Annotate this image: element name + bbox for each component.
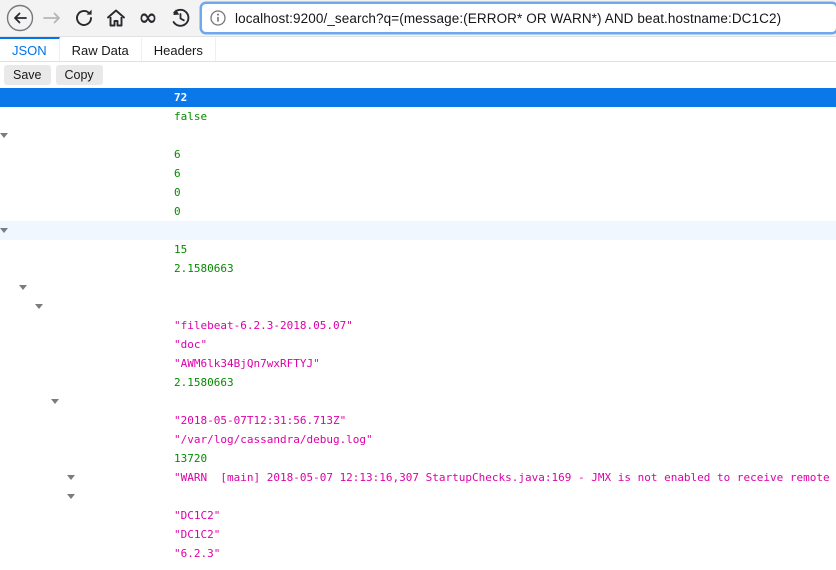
json-tree-row[interactable]: failed: 0 <box>0 202 836 221</box>
json-value: 2.1580663 <box>174 259 234 278</box>
site-info-icon[interactable] <box>210 10 226 26</box>
json-value: "DC1C2" <box>174 506 220 525</box>
json-tree-row[interactable]: timed_out: false <box>0 107 836 126</box>
json-value: 15 <box>174 240 187 259</box>
expander-icon[interactable] <box>19 285 27 290</box>
json-tree-row[interactable]: skipped: 0 <box>0 183 836 202</box>
reload-icon <box>73 7 95 29</box>
expander-icon[interactable] <box>67 475 75 480</box>
json-value: "doc" <box>174 335 207 354</box>
url-text[interactable]: localhost:9200/_search?q=(message:(ERROR… <box>235 11 781 26</box>
json-tree-row[interactable]: 1: <box>0 563 836 570</box>
json-value: 72 <box>174 88 187 107</box>
tab-raw-data[interactable]: Raw Data <box>60 37 142 61</box>
json-tree-row[interactable]: max_score: 2.1580663 <box>0 259 836 278</box>
json-tree-row[interactable]: @timestamp: "2018-05-07T12:31:56.713Z" <box>0 411 836 430</box>
json-value: 2.1580663 <box>174 373 234 392</box>
json-value: "6.2.3" <box>174 544 220 563</box>
reload-button[interactable] <box>68 3 100 33</box>
json-value: "WARN [main] 2018-05-07 12:13:16,307 Sta… <box>174 468 830 487</box>
json-value: "filebeat-6.2.3-2018.05.07" <box>174 316 353 335</box>
copy-button[interactable]: Copy <box>56 65 103 85</box>
json-value: 0 <box>174 202 181 221</box>
expander-icon[interactable] <box>0 228 8 233</box>
json-tree-row[interactable]: _shards: <box>0 126 836 145</box>
tab-headers[interactable]: Headers <box>142 37 216 61</box>
json-value: "AWM6lk34BjQn7wxRFTYJ" <box>174 354 320 373</box>
json-value: false <box>174 107 207 126</box>
expander-icon[interactable] <box>51 399 59 404</box>
json-tree-row[interactable]: hits: <box>0 278 836 297</box>
json-tree: took: 72 timed_out: false _shards: total… <box>0 88 836 570</box>
browser-window: ∞ localhost:9200/_search?q=(message:(ERR… <box>0 0 836 570</box>
json-value: 13720 <box>174 449 207 468</box>
home-button[interactable] <box>100 3 132 33</box>
url-bar[interactable]: localhost:9200/_search?q=(message:(ERROR… <box>202 4 836 32</box>
json-value: "DC1C2" <box>174 525 220 544</box>
tab-headers-label: Headers <box>154 43 203 58</box>
save-button[interactable]: Save <box>4 65 51 85</box>
forward-arrow-icon <box>41 7 63 29</box>
json-viewer-tabbar: JSON Raw Data Headers <box>0 37 836 62</box>
back-button[interactable] <box>4 3 36 33</box>
json-tree-row[interactable]: name: "DC1C2" <box>0 506 836 525</box>
json-tree-row[interactable]: took: 72 <box>0 88 836 107</box>
json-tree-row[interactable]: hostname: "DC1C2" <box>0 525 836 544</box>
json-value: 6 <box>174 164 181 183</box>
json-tree-row[interactable]: beat: <box>0 487 836 506</box>
json-tree-row[interactable]: offset: 13720 <box>0 449 836 468</box>
home-icon <box>105 7 127 29</box>
extension-button[interactable]: ∞ <box>132 3 164 33</box>
json-tree-row[interactable]: source: "/var/log/cassandra/debug.log" <box>0 430 836 449</box>
json-tree-row[interactable]: message: "WARN [main] 2018-05-07 12:13:1… <box>0 468 836 487</box>
tab-raw-data-label: Raw Data <box>72 43 129 58</box>
tab-json[interactable]: JSON <box>0 37 60 61</box>
json-value: 6 <box>174 145 181 164</box>
json-tree-row[interactable]: _score: 2.1580663 <box>0 373 836 392</box>
json-tree-row[interactable]: _source: <box>0 392 836 411</box>
forward-button[interactable] <box>36 3 68 33</box>
json-action-bar: Save Copy <box>0 62 836 88</box>
json-tree-row[interactable]: total: 15 <box>0 240 836 259</box>
json-tree-row[interactable]: _index: "filebeat-6.2.3-2018.05.07" <box>0 316 836 335</box>
expander-icon[interactable] <box>35 304 43 309</box>
browser-toolbar: ∞ localhost:9200/_search?q=(message:(ERR… <box>0 0 836 37</box>
json-tree-row[interactable]: _type: "doc" <box>0 335 836 354</box>
json-value: "2018-05-07T12:31:56.713Z" <box>174 411 346 430</box>
expander-icon[interactable] <box>0 133 8 138</box>
json-tree-row[interactable]: _id: "AWM6lk34BjQn7wxRFTYJ" <box>0 354 836 373</box>
expander-icon[interactable] <box>67 494 75 499</box>
json-tree-row[interactable]: 0: <box>0 297 836 316</box>
json-value: "/var/log/cassandra/debug.log" <box>174 430 373 449</box>
tab-json-label: JSON <box>12 43 47 58</box>
json-tree-row[interactable]: successful: 6 <box>0 164 836 183</box>
json-tree-row[interactable]: hits: <box>0 221 836 240</box>
json-tree-row[interactable]: version: "6.2.3" <box>0 544 836 563</box>
history-button[interactable] <box>164 3 196 33</box>
json-tree-row[interactable]: total: 6 <box>0 145 836 164</box>
history-clock-icon <box>169 7 191 29</box>
infinity-icon: ∞ <box>138 8 157 28</box>
json-value: 0 <box>174 183 181 202</box>
back-arrow-icon <box>6 4 34 32</box>
